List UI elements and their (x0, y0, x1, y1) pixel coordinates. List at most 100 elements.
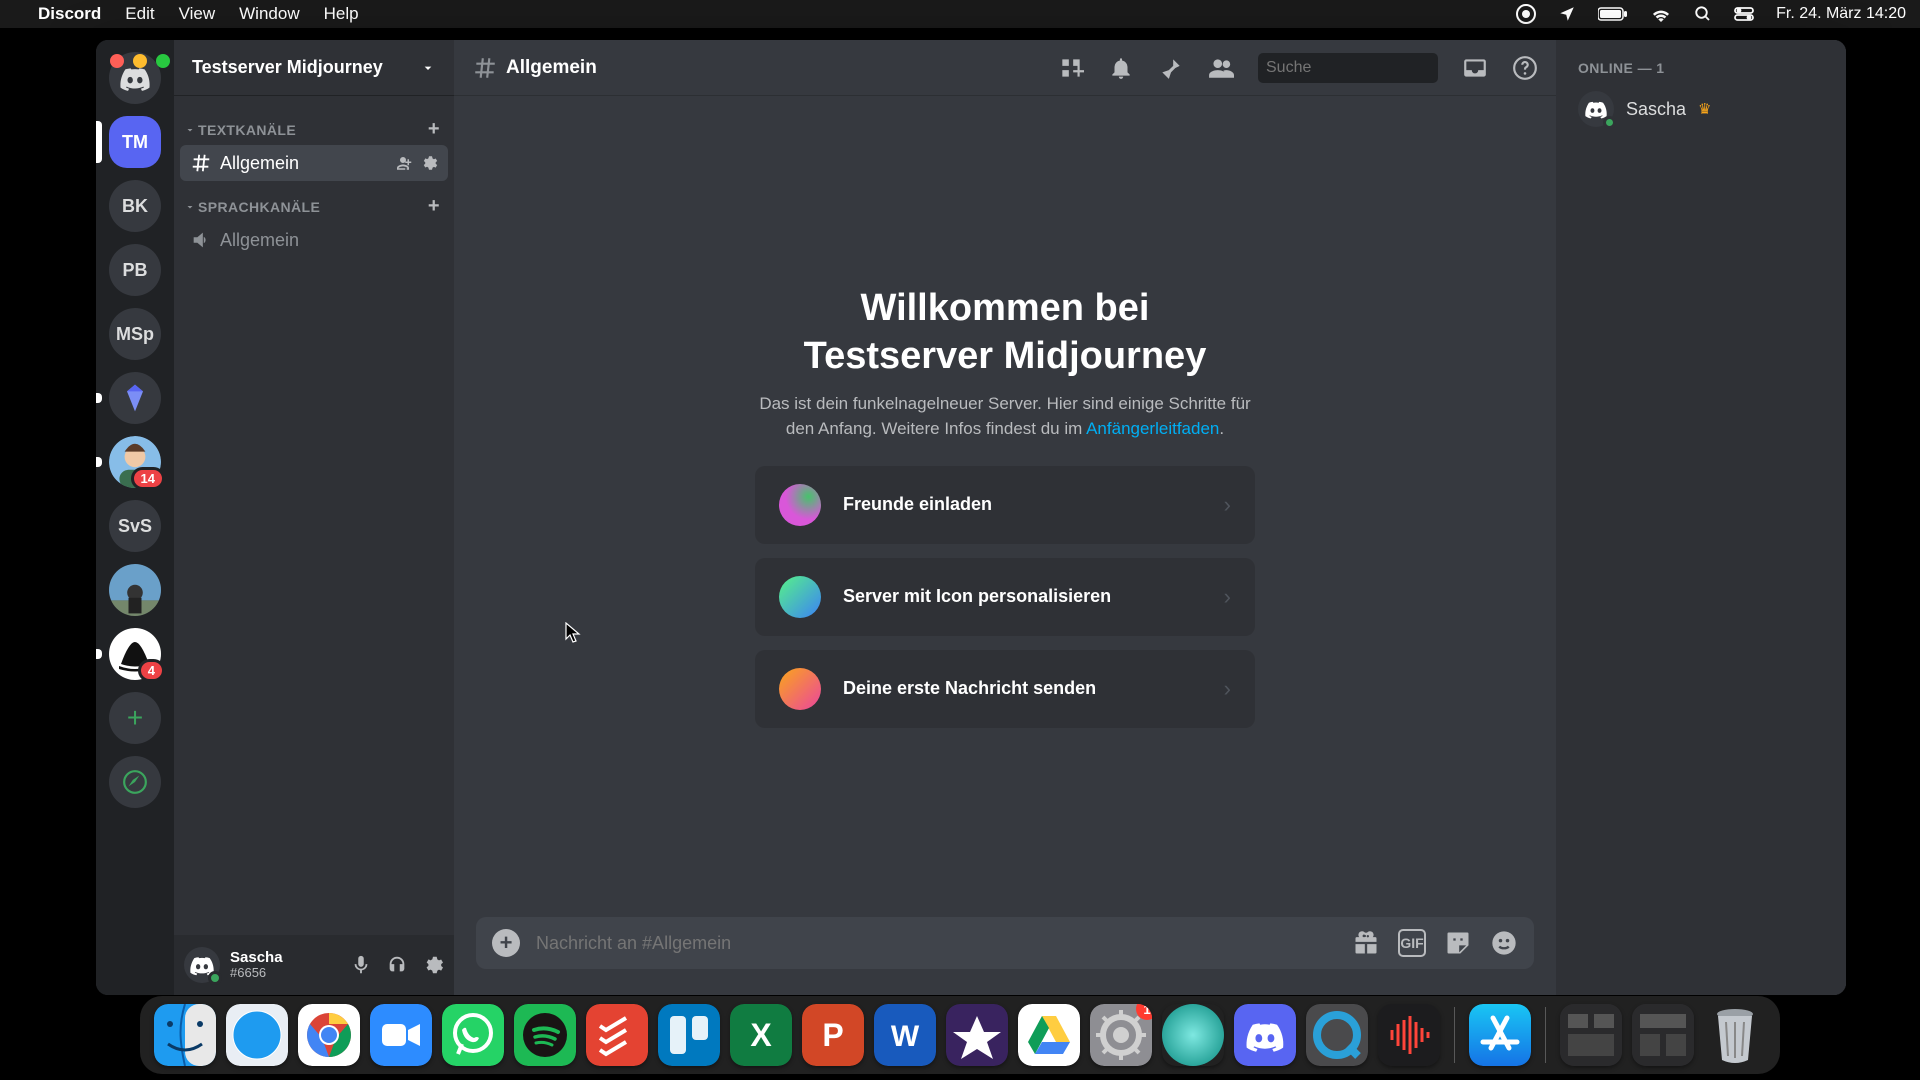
user-panel: Sascha #6656 (174, 935, 454, 995)
member-row[interactable]: Sascha ♛ (1568, 86, 1834, 132)
menubar-help[interactable]: Help (324, 4, 359, 24)
welcome-card-personalize[interactable]: Server mit Icon personalisieren › (755, 558, 1255, 636)
sticker-icon[interactable] (1444, 929, 1472, 957)
menubar-clock[interactable]: Fr. 24. März 14:20 (1776, 5, 1906, 23)
gift-icon[interactable] (1352, 929, 1380, 957)
menubar-window[interactable]: Window (239, 4, 299, 24)
chevron-down-icon (420, 60, 436, 76)
channel-add-button[interactable]: + (428, 118, 440, 141)
members-icon[interactable] (1208, 55, 1234, 81)
dock-excel[interactable]: X (730, 1004, 792, 1066)
invite-icon[interactable] (394, 154, 412, 172)
server-tm[interactable]: TM (109, 116, 161, 168)
server-midjourney[interactable]: 4 (109, 628, 161, 680)
svg-text:W: W (891, 1020, 920, 1053)
window-minimize-button[interactable] (133, 54, 147, 68)
record-icon[interactable] (1516, 4, 1536, 24)
dock-appstore[interactable] (1469, 1004, 1531, 1066)
dock-spotify[interactable] (514, 1004, 576, 1066)
server-add-button[interactable]: + (109, 692, 161, 744)
dock-safari[interactable] (226, 1004, 288, 1066)
chat-header: Allgemein (454, 40, 1556, 96)
attach-button[interactable]: + (492, 929, 520, 957)
location-icon[interactable] (1558, 5, 1576, 23)
search-box[interactable] (1258, 53, 1438, 83)
wifi-icon[interactable] (1650, 6, 1672, 22)
hash-icon (190, 152, 212, 174)
chat-content: Willkommen bei Testserver Midjourney Das… (454, 96, 1556, 917)
server-svs[interactable]: SvS (109, 500, 161, 552)
dock-trash[interactable] (1704, 1004, 1766, 1066)
server-rail: TM BK PB MSp 14 SvS 4 + (96, 40, 174, 995)
chevron-down-icon (184, 124, 196, 136)
mute-icon[interactable] (350, 954, 372, 976)
dock-todoist[interactable] (586, 1004, 648, 1066)
gif-button[interactable]: GIF (1398, 929, 1426, 957)
dock-trello[interactable] (658, 1004, 720, 1066)
channel-text-allgemein[interactable]: Allgemein (180, 145, 448, 181)
dock-minimized-2[interactable] (1632, 1004, 1694, 1066)
channel-category-voice[interactable]: SPRACHKANÄLE + (180, 181, 448, 222)
threads-icon[interactable] (1058, 55, 1084, 81)
user-avatar[interactable] (184, 947, 220, 983)
server-bk[interactable]: BK (109, 180, 161, 232)
dock-finder[interactable] (154, 1004, 216, 1066)
dock-minimized-1[interactable] (1560, 1004, 1622, 1066)
server-explore-button[interactable] (109, 756, 161, 808)
members-header: ONLINE — 1 (1568, 60, 1834, 76)
message-input[interactable] (536, 933, 1336, 954)
channel-category-text[interactable]: TEXTKANÄLE + (180, 104, 448, 145)
pinned-icon[interactable] (1158, 55, 1184, 81)
server-header[interactable]: Testserver Midjourney (174, 40, 454, 96)
emoji-icon[interactable] (1490, 929, 1518, 957)
spotlight-icon[interactable] (1694, 5, 1712, 23)
dock-chrome[interactable] (298, 1004, 360, 1066)
dock-settings[interactable]: 1 (1090, 1004, 1152, 1066)
channel-voice-allgemein[interactable]: Allgemein (180, 222, 448, 258)
dock-imovie[interactable] (946, 1004, 1008, 1066)
channel-sidebar: Testserver Midjourney TEXTKANÄLE + Allge… (174, 40, 454, 995)
server-gem[interactable] (109, 372, 161, 424)
dock-word[interactable]: W (874, 1004, 936, 1066)
beginner-guide-link[interactable]: Anfängerleitfaden (1086, 419, 1219, 438)
discord-window: TM BK PB MSp 14 SvS 4 + (96, 40, 1846, 995)
deafen-icon[interactable] (386, 954, 408, 976)
dock-voice-memos[interactable] (1378, 1004, 1440, 1066)
chevron-right-icon: › (1224, 492, 1231, 518)
dock-discord[interactable] (1234, 1004, 1296, 1066)
menubar-edit[interactable]: Edit (125, 4, 154, 24)
dock: X P W 1 (140, 996, 1780, 1074)
server-avatar-1[interactable]: 14 (109, 436, 161, 488)
window-close-button[interactable] (110, 54, 124, 68)
gear-icon[interactable] (420, 154, 438, 172)
search-input[interactable] (1266, 59, 1473, 77)
menubar-view[interactable]: View (179, 4, 216, 24)
inbox-icon[interactable] (1462, 55, 1488, 81)
dock-powerpoint[interactable]: P (802, 1004, 864, 1066)
window-controls (110, 54, 170, 68)
personalize-icon (779, 576, 821, 618)
user-meta[interactable]: Sascha #6656 (230, 950, 283, 981)
notifications-icon[interactable] (1108, 55, 1134, 81)
dock-quicktime[interactable] (1306, 1004, 1368, 1066)
welcome-card-invite[interactable]: Freunde einladen › (755, 466, 1255, 544)
welcome-title: Willkommen bei Testserver Midjourney (755, 285, 1255, 380)
battery-icon[interactable] (1598, 7, 1628, 21)
chevron-right-icon: › (1224, 584, 1231, 610)
server-pb[interactable]: PB (109, 244, 161, 296)
dock-drive[interactable] (1018, 1004, 1080, 1066)
server-avatar-2[interactable] (109, 564, 161, 616)
settings-icon[interactable] (422, 954, 444, 976)
control-center-icon[interactable] (1734, 7, 1754, 21)
server-msp[interactable]: MSp (109, 308, 161, 360)
dock-zoom[interactable] (370, 1004, 432, 1066)
dock-generic-teal[interactable] (1162, 1004, 1224, 1066)
svg-text:P: P (822, 1017, 843, 1053)
welcome-card-first-message[interactable]: Deine erste Nachricht senden › (755, 650, 1255, 728)
welcome-block: Willkommen bei Testserver Midjourney Das… (755, 285, 1255, 727)
help-icon[interactable] (1512, 55, 1538, 81)
channel-add-button[interactable]: + (428, 195, 440, 218)
menubar-app[interactable]: Discord (38, 4, 101, 24)
dock-whatsapp[interactable] (442, 1004, 504, 1066)
window-zoom-button[interactable] (156, 54, 170, 68)
